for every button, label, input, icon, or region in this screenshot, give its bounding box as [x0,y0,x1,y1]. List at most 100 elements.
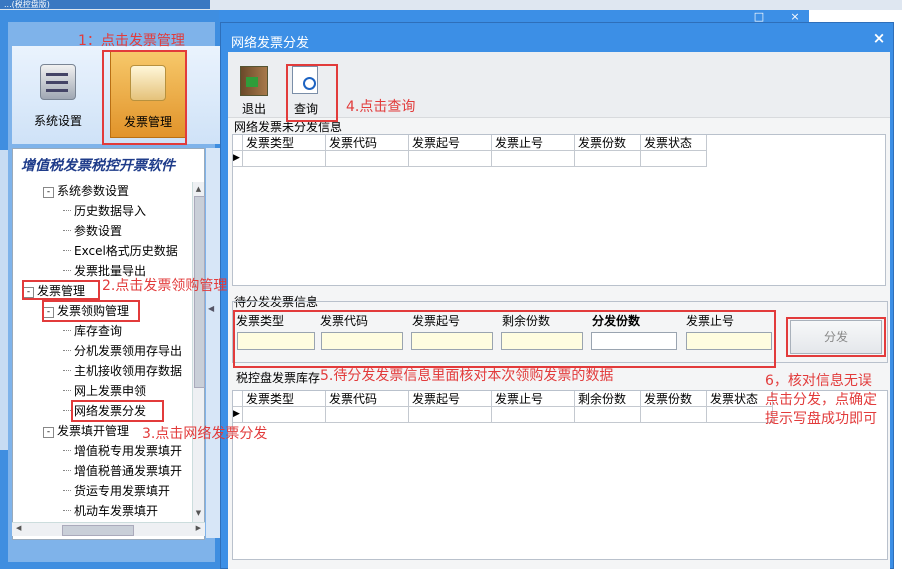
column-header[interactable]: 发票代码 [326,391,409,407]
tree-node[interactable]: 库存查询 [63,323,122,339]
tree-connector [63,470,71,471]
tree-node-label: 主机接收领用存数据 [74,364,183,378]
annotation-step4: 4.点击查询 [346,99,416,115]
tree-connector [63,370,71,371]
column-header[interactable]: 发票起号 [409,135,492,151]
annotation-box-invoice-management [102,50,187,145]
software-title: 增值税发票税控开票软件 [21,158,175,174]
tree-node-label: 增值税专用发票填开 [74,444,183,458]
annotation-box-network-distribution-node [71,400,164,422]
tree-node-label: Excel格式历史数据 [74,244,178,258]
table-cell[interactable] [326,151,409,167]
system-settings-label: 系统设置 [33,114,82,128]
collapse-toggle-icon[interactable]: - [43,187,54,198]
tree-connector [63,390,71,391]
table-cell[interactable] [641,407,707,423]
tree-node[interactable]: - 发票填开管理 [43,423,129,439]
column-header[interactable]: 发票份数 [575,135,641,151]
annotation-box-distribute-button [786,317,886,357]
background-title-text: ...(税控盘版) [4,0,50,9]
table-cell[interactable] [243,151,326,167]
annotation-step6-line3: 提示写盘成功即可 [765,411,877,427]
tree-node-label: 机动车发票填开 [74,504,159,518]
annotation-box-invoice-node [22,280,100,300]
column-header[interactable]: 发票止号 [492,391,575,407]
tree-connector [63,250,71,251]
dialog-title: 网络发票分发 [231,36,310,51]
navigation-tree: 增值税发票税控开票软件 - 系统参数设置 历史数据导入 参数设置 Excel格式历史数据… [12,148,205,540]
table-cell[interactable] [707,407,773,423]
tree-connector [63,210,71,211]
row-pointer-icon: ▶ [233,151,243,167]
annotation-step3: 3.点击网络发票分发 [142,426,268,442]
annotation-step1: 1：点击发票管理 [78,33,185,49]
table-cell[interactable] [492,151,575,167]
tree-node[interactable]: 货运专用发票填开 [63,483,170,499]
tree-node[interactable]: 网上发票申领 [63,383,146,399]
tree-node-label: 历史数据导入 [74,204,147,218]
tree-node[interactable]: 增值税普通发票填开 [63,463,182,479]
tree-header: 增值税发票税控开票软件 [13,149,204,177]
tree-vertical-scrollbar[interactable]: ▲ ▼ [192,182,205,522]
table-cell[interactable] [409,151,492,167]
system-settings-button[interactable]: 系统设置 [14,50,102,138]
row-header-corner [233,391,243,407]
background-title-bar: ...(税控盘版) [0,0,210,9]
annotation-step2: 2.点击发票领购管理 [102,278,228,294]
table-cell[interactable] [409,407,492,423]
annotation-box-query-button [286,64,338,122]
undistributed-grid[interactable]: ▶ 发票类型 发票代码 发票起号 发票止号 发票份数 发票状态 [232,134,886,286]
column-header[interactable]: 发票类型 [243,135,326,151]
inventory-section-title: 税控盘发票库存 [236,371,321,385]
tree-node[interactable]: 历史数据导入 [63,203,146,219]
tree-connector [63,510,71,511]
exit-button[interactable]: 退出 [232,60,276,116]
collapse-toggle-icon[interactable]: - [43,427,54,438]
tree-connector [63,330,71,331]
annotation-step5: 5.待分发发票信息里面核对本次领购发票的数据 [320,368,614,384]
tree-node-label: 库存查询 [74,324,123,338]
exit-label: 退出 [241,102,266,116]
column-header[interactable]: 剩余份数 [575,391,641,407]
tree-connector [63,410,71,411]
column-header[interactable]: 发票类型 [243,391,326,407]
tree-node[interactable]: 参数设置 [63,223,122,239]
tree-node[interactable]: 主机接收领用存数据 [63,363,182,379]
annotation-step6-line1: 6，核对信息无误 [765,373,872,389]
tree-node-label: 货运专用发票填开 [74,484,171,498]
tree-node-label: 增值税普通发票填开 [74,464,183,478]
table-cell[interactable] [492,407,575,423]
panel-splitter[interactable]: ◀ [206,148,220,538]
annotation-box-pending-info [233,310,776,368]
table-cell[interactable] [575,407,641,423]
row-header-corner [233,135,243,151]
tree-connector [63,450,71,451]
tree-connector [63,490,71,491]
tree-node-label: 参数设置 [74,224,123,238]
tree-node[interactable]: 机动车发票填开 [63,503,158,519]
tree-node-label: 系统参数设置 [57,184,130,198]
tree-node[interactable]: 增值税专用发票填开 [63,443,182,459]
column-header[interactable]: 发票份数 [641,391,707,407]
tree-node[interactable]: 分机发票领用存导出 [63,343,182,359]
column-header[interactable]: 发票代码 [326,135,409,151]
table-cell[interactable] [641,151,707,167]
column-header[interactable]: 发票状态 [641,135,707,151]
table-cell[interactable] [575,151,641,167]
table-cell[interactable] [243,407,326,423]
tree-horizontal-scrollbar[interactable]: ◀ ▶ [12,522,205,536]
row-pointer-icon: ▶ [233,407,243,423]
tree-node-label: 网上发票申领 [74,384,147,398]
column-header[interactable]: 发票起号 [409,391,492,407]
tree-connector [63,350,71,351]
column-header[interactable]: 发票止号 [492,135,575,151]
column-header[interactable]: 发票状态 [707,391,773,407]
exit-door-icon [240,66,268,96]
tree-connector [63,270,71,271]
table-cell[interactable] [326,407,409,423]
annotation-box-purchase-node [42,300,140,322]
dialog-close-button[interactable]: × [869,29,889,47]
background-window-titlebar [219,10,809,22]
tree-node[interactable]: Excel格式历史数据 [63,243,178,259]
tree-node[interactable]: - 系统参数设置 [43,183,129,199]
